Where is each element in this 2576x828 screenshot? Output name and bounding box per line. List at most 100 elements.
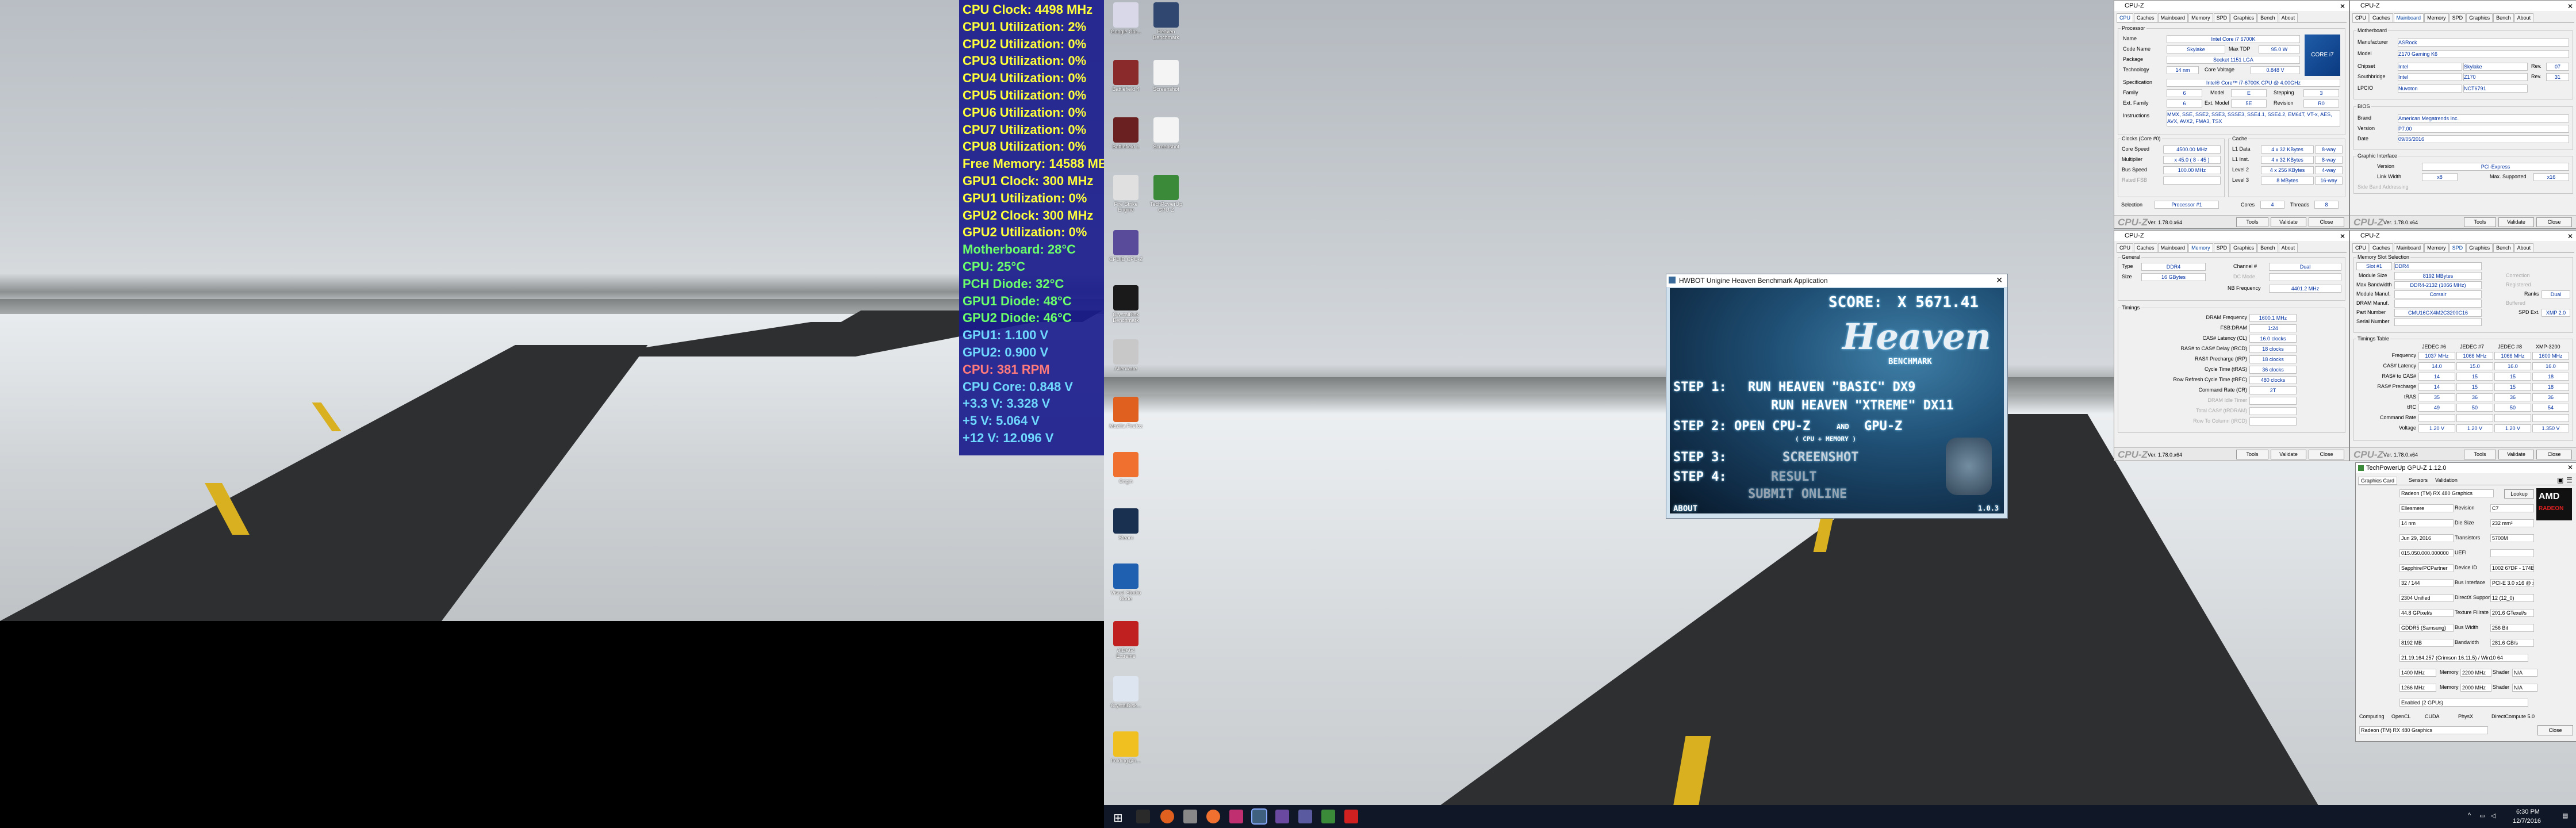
tab-about[interactable]: About <box>2278 243 2298 252</box>
run-basic-dx9-button[interactable]: RUN HEAVEN "BASIC" DX9 <box>1748 380 1915 394</box>
tab-memory[interactable]: Memory <box>2424 13 2449 22</box>
gpuz-titlebar[interactable]: TechPowerUp GPU-Z 1.12.0 ✕ <box>2356 463 2576 473</box>
validate-button[interactable]: Validate <box>2271 450 2306 459</box>
desktop-icon[interactable]: Google Chr... <box>1107 2 1144 34</box>
heaven-benchmark-window[interactable]: HWBOT Unigine Heaven Benchmark Applicati… <box>1666 274 2008 519</box>
tab-graphics[interactable]: Graphics <box>2230 243 2257 252</box>
computing-checkbox[interactable]: PhysX <box>2458 714 2473 719</box>
card-select[interactable]: Radeon (TM) RX 480 Graphics <box>2359 726 2488 734</box>
cpuz-taskbar-icon[interactable] <box>1275 810 1289 823</box>
desktop-icon[interactable]: TechPowerUp GPU-Z <box>1148 175 1184 213</box>
gpuz-taskbar-icon[interactable] <box>1321 810 1335 823</box>
computing-checkbox[interactable]: OpenCL <box>2391 714 2411 719</box>
validate-button[interactable]: Validate <box>2271 217 2306 227</box>
open-gpuz-button[interactable]: GPU-Z <box>1864 419 1902 434</box>
close-icon[interactable]: ✕ <box>2567 232 2573 240</box>
cpuz-taskbar-icon-2[interactable] <box>1298 810 1312 823</box>
tab-sensors[interactable]: Sensors <box>2406 477 2430 484</box>
tools-button[interactable]: Tools <box>2464 450 2496 459</box>
tab-graphics[interactable]: Graphics <box>2230 13 2257 22</box>
heaven-taskbar-icon[interactable] <box>1251 808 1267 825</box>
tab-caches[interactable]: Caches <box>2134 243 2157 252</box>
desktop-icon[interactable]: AIDA64 Extreme <box>1107 621 1144 659</box>
tab-mainboard[interactable]: Mainboard <box>2393 13 2424 22</box>
tab-about[interactable]: About <box>2514 243 2534 252</box>
result-button[interactable]: RESULT <box>1771 470 1816 484</box>
tools-button[interactable]: Tools <box>2464 217 2496 227</box>
heaven-titlebar[interactable]: HWBOT Unigine Heaven Benchmark Applicati… <box>1666 274 2007 287</box>
tab-graphics[interactable]: Graphics <box>2466 243 2493 252</box>
open-cpuz-button[interactable]: STEP 2: OPEN CPU-Z <box>1673 419 1810 434</box>
tab-cpu[interactable]: CPU <box>2352 13 2370 22</box>
firefox-icon[interactable] <box>1160 810 1174 823</box>
cpuz-titlebar[interactable]: CPU-Z ✕ <box>2114 231 2349 241</box>
desktop-icon[interactable]: Screenshot <box>1148 117 1184 150</box>
tab-spd[interactable]: SPD <box>2213 243 2230 252</box>
clock-time[interactable]: 6:30 PM <box>2516 808 2540 815</box>
tab-bench[interactable]: Bench <box>2493 243 2514 252</box>
aida64-taskbar-icon[interactable] <box>1344 810 1358 823</box>
cpuz-titlebar[interactable]: CPU-Z ✕ <box>2350 1 2576 11</box>
start-button[interactable]: ⊞ <box>1113 811 1123 825</box>
screenshot-button[interactable]: SCREENSHOT <box>1782 450 1858 465</box>
close-button[interactable]: Close <box>2309 450 2344 459</box>
camera-icon[interactable]: ▣ <box>2557 476 2563 484</box>
tab-graphics[interactable]: Graphics <box>2466 13 2493 22</box>
close-button[interactable]: Close <box>2309 217 2344 227</box>
media-icon[interactable] <box>1229 810 1243 823</box>
tab-caches[interactable]: Caches <box>2370 13 2393 22</box>
desktop-icon[interactable]: Origin <box>1107 452 1144 484</box>
close-button[interactable]: Close <box>2536 217 2572 227</box>
tab-memory[interactable]: Memory <box>2424 243 2449 252</box>
processor-select[interactable]: Processor #1 <box>2155 201 2219 209</box>
desktop-icon[interactable]: Visual Studio Code <box>1107 564 1144 601</box>
tab-spd[interactable]: SPD <box>2449 243 2466 252</box>
tab-cpu[interactable]: CPU <box>2117 13 2134 22</box>
tab-about[interactable]: About <box>2278 13 2298 22</box>
alien-icon[interactable] <box>1183 810 1197 823</box>
desktop-icon[interactable]: Folding@h... <box>1107 731 1144 764</box>
desktop-icon[interactable]: Alienware <box>1107 339 1144 371</box>
validate-button[interactable]: Validate <box>2498 217 2534 227</box>
tab-cpu[interactable]: CPU <box>2352 243 2370 252</box>
close-icon[interactable]: ✕ <box>2340 232 2345 240</box>
desktop-icon[interactable]: Steam <box>1107 508 1144 540</box>
computing-checkbox[interactable]: CUDA <box>2425 714 2440 719</box>
desktop-icon[interactable]: CrystalDisk Benchmark <box>1107 285 1144 323</box>
tab-mainboard[interactable]: Mainboard <box>2393 243 2424 252</box>
clock-date[interactable]: 12/7/2016 <box>2513 818 2541 825</box>
close-icon[interactable]: ✕ <box>2567 463 2573 471</box>
volume-icon[interactable]: ◁ <box>2491 812 2496 819</box>
tab-bench[interactable]: Bench <box>2257 243 2278 252</box>
tab-spd[interactable]: SPD <box>2449 13 2466 22</box>
submit-online-button[interactable]: SUBMIT ONLINE <box>1748 487 1847 501</box>
cpuz-titlebar[interactable]: CPU-Z ✕ <box>2350 231 2576 241</box>
tray-arrow-icon[interactable]: ^ <box>2468 812 2471 819</box>
notifications-icon[interactable]: ▤ <box>2562 812 2568 819</box>
cpuz-spd-window[interactable]: CPU-Z ✕ CPU Caches Mainboard Memory SPD Graphi… <box>2349 230 2576 461</box>
tab-memory[interactable]: Memory <box>2188 13 2213 22</box>
close-icon[interactable]: ✕ <box>2340 2 2345 10</box>
cpuz-memory-window[interactable]: CPU-Z ✕ CPU Caches Mainboard Memory SPD Graphi… <box>2114 230 2349 461</box>
tab-bench[interactable]: Bench <box>2257 13 2278 22</box>
desktop-icon[interactable]: CrystalDisk... <box>1107 676 1144 708</box>
desktop-icon[interactable]: CPUID CPU-Z <box>1107 230 1144 262</box>
slot-select[interactable]: Slot #1 <box>2356 262 2392 270</box>
tab-about[interactable]: About <box>2514 13 2534 22</box>
tab-graphics-card[interactable]: Graphics Card <box>2358 477 2398 485</box>
cpuz-cpu-window[interactable]: CPU-Z ✕ CPU Caches Mainboard Memory SPD Graphi… <box>2114 0 2349 229</box>
lookup-button[interactable]: Lookup <box>2504 489 2534 499</box>
desktop-icon[interactable]: Battlefield 1 <box>1107 117 1144 150</box>
cpuz-mainboard-window[interactable]: CPU-Z ✕ CPU Caches Mainboard Memory SPD Graphi… <box>2349 0 2576 229</box>
gpuz-window[interactable]: TechPowerUp GPU-Z 1.12.0 ✕ Graphics Card… <box>2355 462 2576 742</box>
close-icon[interactable]: ✕ <box>1996 275 2003 285</box>
validate-button[interactable]: Validate <box>2498 450 2534 459</box>
desktop-icon[interactable]: Screenshot <box>1148 60 1184 92</box>
close-icon[interactable]: ✕ <box>2567 2 2573 10</box>
tab-caches[interactable]: Caches <box>2370 243 2393 252</box>
about-link[interactable]: ABOUT <box>1673 504 1697 513</box>
desktop-icon[interactable]: Mozilla Firefox <box>1107 397 1144 429</box>
cpuz-titlebar[interactable]: CPU-Z ✕ <box>2114 1 2349 11</box>
close-button[interactable]: Close <box>2537 725 2573 735</box>
desktop-icon[interactable]: Heaven Benchmark <box>1148 2 1184 40</box>
